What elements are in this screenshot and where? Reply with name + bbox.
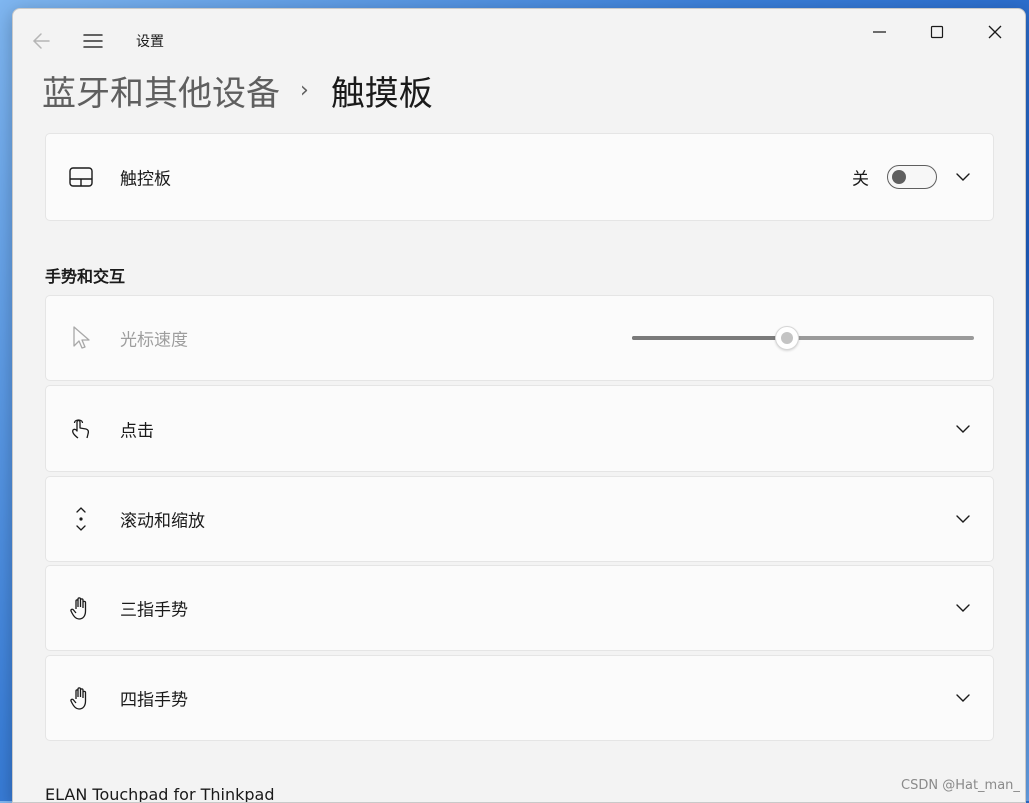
- touchpad-toggle-card[interactable]: 触控板 关: [45, 133, 994, 221]
- back-arrow-icon: [32, 33, 50, 49]
- tap-icon: [68, 416, 94, 442]
- three-finger-gestures-card[interactable]: 三指手势: [45, 565, 994, 651]
- cursor-icon: [68, 325, 94, 351]
- hamburger-icon: [83, 34, 103, 48]
- title-bar: 设置: [13, 9, 1025, 53]
- navigation-menu-button[interactable]: [81, 29, 105, 53]
- pointer-speed-label: 光标速度: [120, 330, 188, 351]
- app-title: 设置: [136, 34, 164, 50]
- touchpad-label: 触控板: [120, 169, 171, 190]
- breadcrumb-parent-link[interactable]: 蓝牙和其他设备: [42, 66, 280, 115]
- minimize-icon: [873, 31, 886, 33]
- minimize-button[interactable]: [859, 17, 899, 47]
- chevron-down-icon[interactable]: [954, 168, 972, 186]
- slider-fill: [632, 336, 786, 340]
- chevron-down-icon[interactable]: [954, 420, 972, 438]
- page-title: 触摸板: [330, 73, 433, 114]
- close-button[interactable]: [975, 17, 1015, 47]
- scroll-zoom-card[interactable]: 滚动和缩放: [45, 476, 994, 562]
- chevron-down-icon[interactable]: [954, 599, 972, 617]
- three-finger-label: 三指手势: [120, 600, 188, 621]
- breadcrumb: 蓝牙和其他设备 › 触摸板: [42, 65, 433, 115]
- tap-card[interactable]: 点击: [45, 385, 994, 472]
- close-icon: [988, 25, 1002, 39]
- four-finger-gestures-card[interactable]: 四指手势: [45, 655, 994, 741]
- four-finger-label: 四指手势: [120, 690, 188, 711]
- touchpad-icon: [68, 164, 94, 190]
- toggle-state-text: 关: [852, 169, 869, 190]
- toggle-knob: [892, 170, 906, 184]
- settings-window: 设置 蓝牙和其他设备 › 触摸板 触控板 关 手势和交互 光标速度 点击 滚动和…: [12, 8, 1026, 803]
- hand-icon: [68, 595, 94, 621]
- section-header-device: ELAN Touchpad for Thinkpad: [45, 785, 275, 803]
- chevron-down-icon[interactable]: [954, 510, 972, 528]
- back-button[interactable]: [31, 29, 53, 53]
- maximize-icon: [930, 25, 944, 39]
- scroll-zoom-label: 滚动和缩放: [120, 511, 205, 532]
- chevron-down-icon[interactable]: [954, 689, 972, 707]
- tap-label: 点击: [120, 421, 154, 441]
- scroll-icon: [68, 506, 94, 532]
- maximize-button[interactable]: [917, 17, 957, 47]
- breadcrumb-separator: ›: [300, 77, 309, 103]
- pointer-speed-slider[interactable]: [632, 326, 974, 350]
- watermark: CSDN @Hat_man_: [901, 778, 1020, 793]
- touchpad-toggle-switch[interactable]: [887, 165, 937, 189]
- section-header-gestures: 手势和交互: [45, 267, 126, 286]
- slider-thumb[interactable]: [774, 326, 799, 350]
- pointer-speed-card: 光标速度: [45, 295, 994, 381]
- hand-icon: [68, 685, 94, 711]
